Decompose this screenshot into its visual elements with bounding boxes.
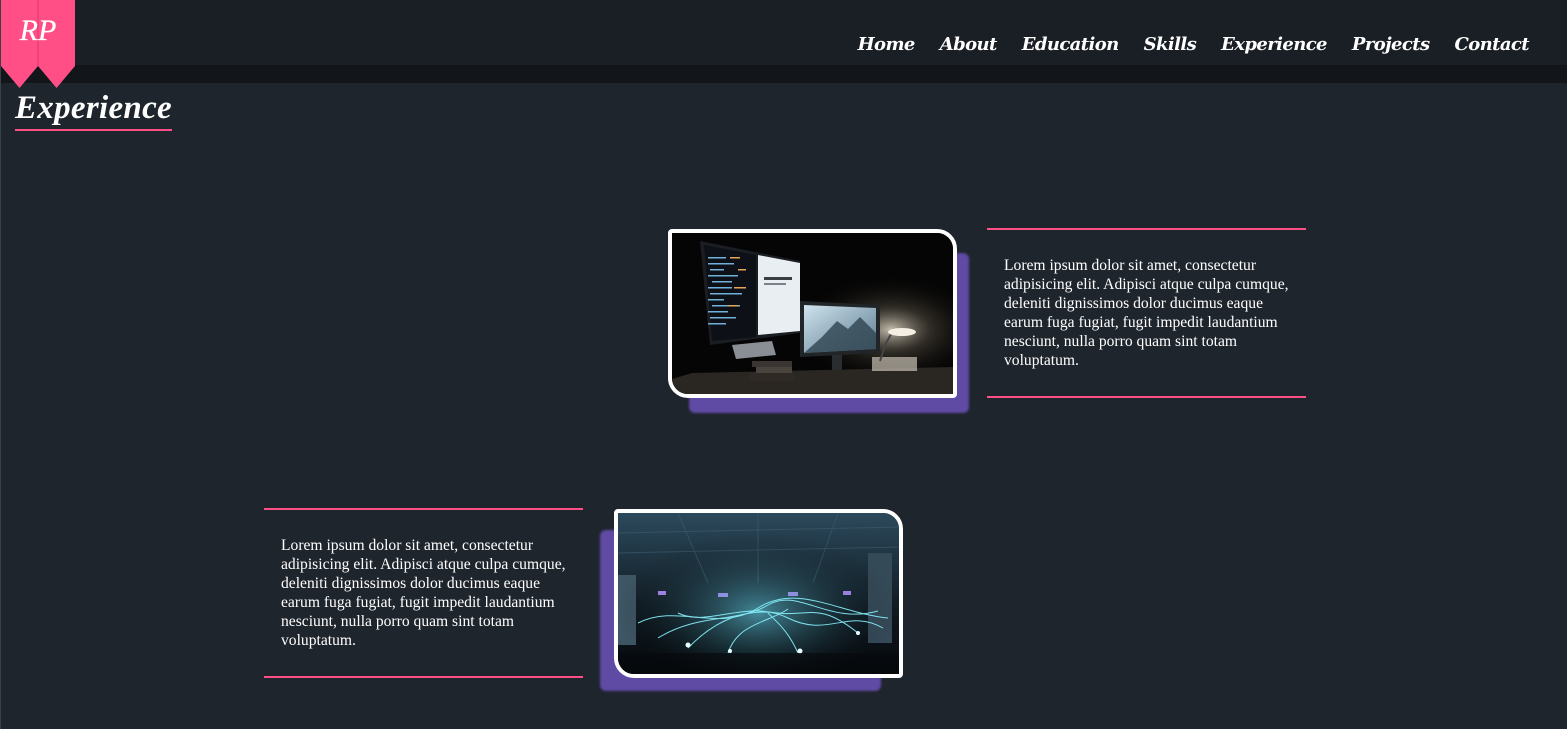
main-nav: Home About Education Skills Experience P… (833, 34, 1530, 55)
experience-description: Lorem ipsum dolor sit amet, consectetur … (281, 537, 566, 649)
header-upper (1, 0, 1567, 65)
desk-computers-image (668, 229, 957, 398)
experience-text-1: Lorem ipsum dolor sit amet, consectetur … (987, 228, 1306, 398)
nav-home[interactable]: Home (858, 34, 916, 55)
nav-about[interactable]: About (940, 34, 998, 55)
nav-projects[interactable]: Projects (1352, 34, 1430, 55)
light-trails-image (614, 509, 903, 678)
logo[interactable]: RP (1, 0, 75, 90)
experience-text-2: Lorem ipsum dolor sit amet, consectetur … (264, 508, 583, 678)
nav-skills[interactable]: Skills (1144, 34, 1197, 55)
section-title: Experience (15, 90, 172, 131)
logo-text: RP (19, 14, 57, 47)
header-lower (1, 65, 1567, 83)
nav-contact[interactable]: Contact (1455, 34, 1530, 55)
experience-description: Lorem ipsum dolor sit amet, consectetur … (1004, 257, 1289, 369)
nav-education[interactable]: Education (1022, 34, 1119, 55)
nav-experience[interactable]: Experience (1221, 34, 1327, 55)
